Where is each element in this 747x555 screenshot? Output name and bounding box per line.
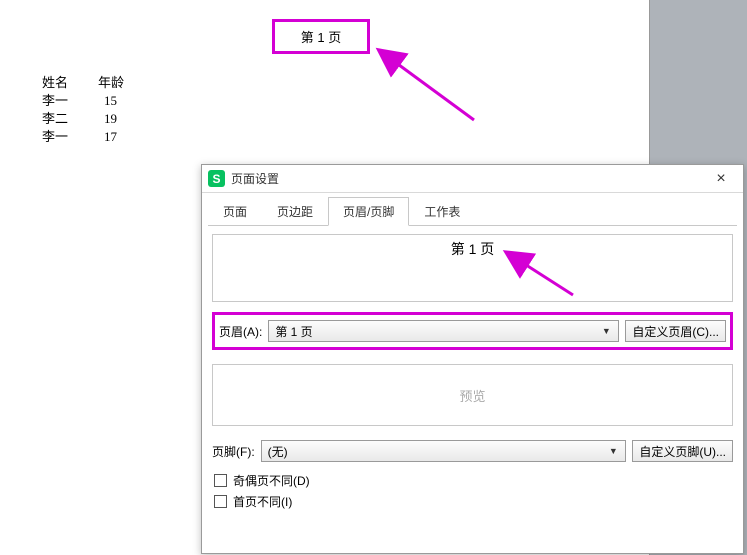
col-header-age: 年龄 — [98, 74, 138, 92]
odd-even-different-option[interactable]: 奇偶页不同(D) — [214, 472, 733, 489]
tab-label: 页边距 — [277, 205, 313, 219]
header-combo-value: 第 1 页 — [275, 323, 312, 340]
header-preview-box: 第 1 页 — [212, 234, 733, 302]
preview-placeholder-text: 预览 — [459, 386, 485, 405]
chevron-down-icon: ▼ — [598, 321, 614, 341]
tab-page[interactable]: 页面 — [208, 197, 262, 226]
table-row: 李一 15 — [42, 92, 138, 110]
page-setup-dialog: S 页面设置 × 页面 页边距 页眉/页脚 工作表 第 1 页 页眉(A): — [201, 164, 744, 554]
footer-combo[interactable]: (无) ▼ — [261, 440, 627, 462]
footer-combo-value: (无) — [268, 443, 288, 460]
tab-margins[interactable]: 页边距 — [262, 197, 328, 226]
table-header-row: 姓名 年龄 — [42, 74, 138, 92]
sheet-table: 姓名 年龄 李一 15 李二 19 李一 17 — [42, 74, 138, 146]
page-number-text: 第 1 页 — [301, 27, 341, 46]
cell-name: 李一 — [42, 92, 98, 110]
tab-label: 页面 — [223, 205, 247, 219]
custom-header-button-label: 自定义页眉(C)... — [632, 323, 719, 340]
cell-age: 15 — [98, 92, 138, 110]
cell-name: 李二 — [42, 110, 98, 128]
close-button[interactable]: × — [703, 166, 739, 192]
custom-footer-button-label: 自定义页脚(U)... — [639, 443, 726, 460]
tab-header-footer[interactable]: 页眉/页脚 — [328, 197, 409, 226]
cell-age: 17 — [98, 128, 138, 146]
header-field-label: 页眉(A): — [219, 323, 262, 340]
dialog-titlebar: S 页面设置 × — [202, 165, 743, 193]
close-icon: × — [716, 170, 725, 188]
tabstrip: 页面 页边距 页眉/页脚 工作表 — [202, 193, 743, 226]
tab-label: 页眉/页脚 — [343, 205, 394, 219]
dialog-body: 第 1 页 页眉(A): 第 1 页 ▼ 自定义页眉(C)... — [202, 226, 743, 553]
wps-logo-icon: S — [208, 170, 225, 187]
first-page-different-label: 首页不同(I) — [233, 493, 292, 510]
custom-footer-button[interactable]: 自定义页脚(U)... — [632, 440, 733, 462]
footer-field-label: 页脚(F): — [212, 443, 255, 460]
first-page-different-option[interactable]: 首页不同(I) — [214, 493, 733, 510]
annotation-header-row: 页眉(A): 第 1 页 ▼ 自定义页眉(C)... — [212, 312, 733, 350]
tab-label: 工作表 — [424, 205, 460, 219]
checkbox-icon — [214, 474, 227, 487]
footer-preview-box: 预览 — [212, 364, 733, 426]
tab-sheet[interactable]: 工作表 — [409, 197, 475, 226]
cell-name: 李一 — [42, 128, 98, 146]
table-row: 李一 17 — [42, 128, 138, 146]
annotation-arrow-preview — [213, 235, 732, 301]
table-row: 李二 19 — [42, 110, 138, 128]
dialog-title: 页面设置 — [231, 170, 703, 187]
odd-even-different-label: 奇偶页不同(D) — [233, 472, 310, 489]
custom-header-button[interactable]: 自定义页眉(C)... — [625, 320, 726, 342]
cell-age: 19 — [98, 110, 138, 128]
footer-row: 页脚(F): (无) ▼ 自定义页脚(U)... — [212, 440, 733, 462]
checkbox-icon — [214, 495, 227, 508]
chevron-down-icon: ▼ — [605, 441, 621, 461]
annotation-page-number: 第 1 页 — [272, 19, 370, 54]
col-header-name: 姓名 — [42, 74, 98, 92]
header-combo[interactable]: 第 1 页 ▼ — [268, 320, 619, 342]
